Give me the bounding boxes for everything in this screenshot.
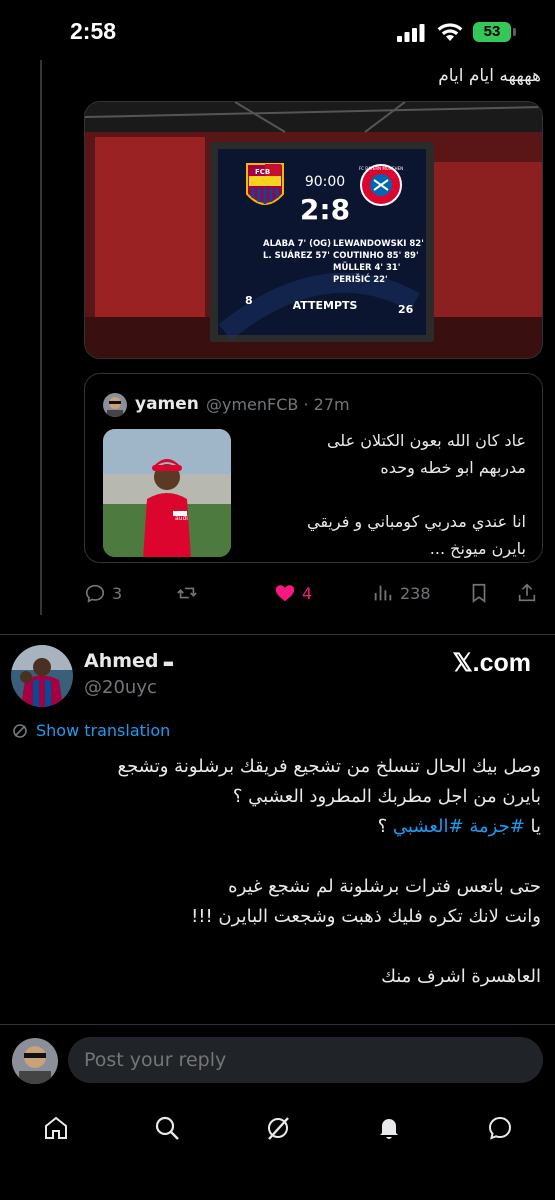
divider (0, 634, 555, 635)
reply-composer (0, 1024, 555, 1098)
tweet-line: وانت لانك تكره فليك ذهبت وشجعت البايرن !… (191, 906, 541, 927)
bookmark-icon (472, 583, 486, 603)
retweet-icon (177, 587, 197, 599)
tab-search[interactable] (147, 1108, 187, 1148)
hashtag-prefix: يا (524, 816, 542, 837)
tweet-line (11, 842, 541, 872)
tweet-author-handle[interactable]: @20uyc (84, 677, 157, 698)
tab-messages[interactable] (480, 1108, 520, 1148)
away-crest-text: FC BAYERN MÜNCHEN (359, 166, 403, 171)
away-attempts: 26 (398, 303, 414, 316)
scorer-line: LEWANDOWSKI 82' (333, 239, 424, 249)
share-icon (518, 583, 536, 602)
author-name-text: Ahmed (84, 650, 159, 672)
scorer-line: PERIŠIĆ 22' (333, 273, 388, 285)
my-avatar[interactable] (12, 1038, 58, 1084)
share-action[interactable] (516, 582, 538, 604)
tweet-hashtag-line: يا #جزمة #العشبي ؟ (11, 812, 541, 842)
tweet-line: العاهسرة اشرف منك (381, 966, 541, 987)
quote-avatar[interactable] (103, 393, 127, 417)
battery-indicator: 53 (473, 22, 511, 42)
show-translation-link[interactable]: Show translation (12, 721, 170, 740)
tweet-line (11, 932, 541, 962)
notifications-icon (380, 1119, 398, 1139)
quoted-tweet[interactable]: yamen @ymenFCB · 27m audi عاد كان الله ب… (84, 373, 543, 563)
view-count: 238 (400, 583, 431, 603)
hashtag-suffix: ؟ (377, 816, 393, 837)
home-crest-text: FCB (255, 168, 270, 176)
reply-text: ههههه ايام ايام (438, 66, 541, 86)
like-count: 4 (302, 583, 313, 603)
tweet-line: بايرن من اجل مطربك المطرود العشبي ؟ (232, 786, 541, 807)
show-translation-label: Show translation (36, 721, 171, 740)
views-action[interactable]: 238 (372, 582, 431, 604)
match-time: 90:00 (305, 174, 345, 190)
cellular-signal-icon (397, 24, 425, 42)
battery-tip (513, 28, 516, 36)
tweet-author-avatar[interactable] (11, 645, 73, 707)
avatar-icon (103, 393, 127, 417)
tab-home[interactable] (36, 1108, 76, 1148)
quote-thumbnail[interactable]: audi (103, 429, 231, 557)
tweet-line: وصل بيك الحال تنسلخ من تشجيع فريقك برشلو… (117, 756, 541, 777)
player-photo: audi (103, 429, 231, 557)
scorer-line: COUTINHO 85' 89' (333, 251, 419, 261)
tweet-author-name[interactable]: Ahmed ▬ (84, 650, 174, 672)
reply-icon (85, 584, 105, 603)
quote-text: عاد كان الله بعون الكتلان على مدربهم ابو… (306, 431, 526, 558)
tab-grok[interactable] (258, 1108, 298, 1148)
retweet-action[interactable] (176, 582, 198, 604)
scorer-line: ALABA 7' (OG) (263, 239, 331, 249)
avatar-icon (11, 645, 73, 707)
status-time: 2:58 (70, 18, 117, 44)
bookmark-action[interactable] (468, 582, 490, 604)
thread-line (40, 60, 42, 615)
home-icon (45, 1116, 67, 1139)
x-brand-logo: 𝕏.com (452, 649, 532, 677)
scorer-line: MÜLLER 4' 31' (333, 262, 400, 273)
heart-icon (275, 585, 295, 602)
name-suffix-icon: ▬ (158, 656, 175, 670)
grok-icon (268, 1117, 289, 1140)
tweet-line: حتى باتعس فترات برشلونة لم نشجع غيره (228, 876, 541, 897)
views-icon (374, 585, 392, 601)
like-action[interactable]: 4 (274, 582, 312, 604)
tweet-body: وصل بيك الحال تنسلخ من تشجيع فريقك برشلو… (11, 752, 541, 992)
avatar-icon (12, 1038, 58, 1084)
status-bar: 2:58 53 (0, 0, 555, 66)
thumb-logo: audi (175, 515, 188, 522)
reply-input[interactable] (68, 1037, 543, 1083)
translate-icon (13, 723, 27, 738)
search-icon (155, 1116, 179, 1140)
scorer-line: L. SUÁREZ 57' (263, 249, 330, 261)
messages-icon (488, 1116, 512, 1140)
quote-author-handle[interactable]: @ymenFCB · 27m (206, 395, 350, 414)
tweet-media-image[interactable]: FCB FC BAYERN MÜNCHEN 90:00 2:8 ALABA 7'… (84, 101, 543, 359)
reply-action[interactable]: 3 (84, 582, 122, 604)
wifi-icon (437, 23, 463, 41)
bottom-tab-bar (0, 1098, 555, 1200)
home-attempts: 8 (245, 294, 253, 307)
attempts-label: ATTEMPTS (293, 299, 358, 312)
hashtag-link[interactable]: #جزمة #العشبي (393, 816, 525, 837)
match-score: 2:8 (300, 193, 350, 226)
tweet-action-bar: 3 4 238 (84, 582, 544, 612)
tab-notifications[interactable] (369, 1108, 409, 1148)
reply-count: 3 (112, 583, 123, 603)
scoreboard-photo: FCB FC BAYERN MÜNCHEN 90:00 2:8 ALABA 7'… (85, 102, 542, 358)
quote-author-name[interactable]: yamen (135, 394, 199, 414)
